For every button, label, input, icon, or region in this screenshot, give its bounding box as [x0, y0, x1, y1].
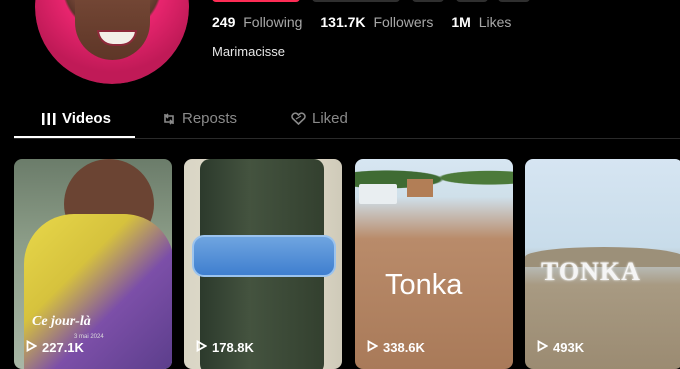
- stat-following-label: Following: [243, 14, 303, 30]
- play-icon: [367, 339, 379, 355]
- card-thumbnail-lid: [192, 235, 336, 277]
- stat-followers-value: 131.7K: [320, 14, 366, 30]
- tab-reposts[interactable]: Reposts: [162, 110, 237, 127]
- stat-followers-label: Followers: [373, 14, 434, 30]
- follow-button[interactable]: [212, 0, 300, 2]
- tab-reposts-label: Reposts: [182, 110, 238, 127]
- video-caption: Tonka: [385, 269, 463, 301]
- stat-followers[interactable]: 131.7K Followers: [320, 14, 433, 30]
- view-count: 227.1K: [26, 339, 84, 355]
- view-count-value: 227.1K: [42, 340, 84, 355]
- add-friend-button[interactable]: [412, 0, 444, 2]
- view-count-value: 338.6K: [383, 340, 425, 355]
- view-count-value: 493K: [553, 340, 585, 355]
- video-caption: Ce jour-là: [32, 314, 91, 329]
- profile-tabs: Videos Reposts Liked: [14, 104, 680, 139]
- profile-stats: 249 Following 131.7K Followers 1M Likes: [212, 14, 511, 30]
- heart-icon: [291, 112, 306, 125]
- stat-likes-value: 1M: [451, 14, 471, 30]
- stat-following-value: 249: [212, 14, 236, 30]
- play-icon: [196, 339, 208, 355]
- video-card[interactable]: Ce jour-là 3 mai 2024 227.1K: [14, 159, 172, 369]
- stat-likes-label: Likes: [478, 14, 512, 30]
- message-button[interactable]: [312, 0, 400, 2]
- view-count: 338.6K: [367, 339, 425, 355]
- video-card[interactable]: 178.8K: [184, 159, 342, 369]
- profile-username: Marimacisse: [212, 44, 285, 59]
- play-icon: [537, 339, 549, 355]
- grid-bars-icon: [42, 112, 56, 125]
- stat-likes: 1M Likes: [451, 14, 511, 30]
- profile-avatar[interactable]: [35, 0, 189, 84]
- tab-videos-label: Videos: [62, 110, 111, 127]
- more-button[interactable]: [498, 0, 530, 2]
- tab-liked[interactable]: Liked: [291, 110, 348, 127]
- tab-liked-label: Liked: [312, 110, 348, 127]
- card-thumbnail-house: [407, 179, 433, 197]
- play-icon: [26, 339, 38, 355]
- repost-icon: [162, 112, 176, 126]
- tab-videos[interactable]: Videos: [42, 110, 111, 127]
- view-count: 493K: [537, 339, 585, 355]
- card-thumbnail-truck: [359, 184, 397, 204]
- video-caption: TONKA: [541, 257, 641, 286]
- active-tab-indicator: [14, 136, 135, 138]
- video-card[interactable]: TONKA 493K: [525, 159, 680, 369]
- video-card[interactable]: Tonka 338.6K: [355, 159, 513, 369]
- view-count-value: 178.8K: [212, 340, 254, 355]
- view-count: 178.8K: [196, 339, 254, 355]
- share-button[interactable]: [456, 0, 488, 2]
- stat-following[interactable]: 249 Following: [212, 14, 302, 30]
